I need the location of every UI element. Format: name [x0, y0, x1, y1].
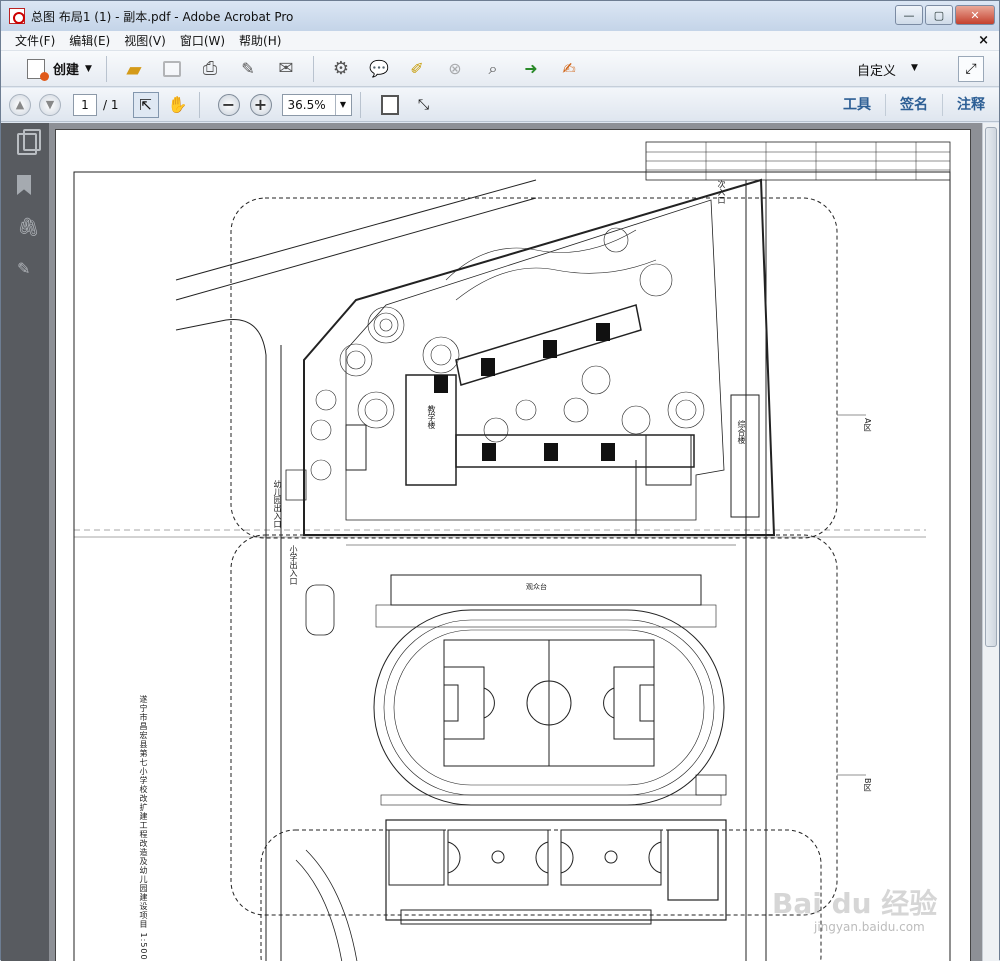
navigation-pane: 🖇 ✎ — [1, 123, 49, 961]
next-page-button[interactable]: ▼ — [39, 93, 61, 116]
pages-icon[interactable] — [17, 129, 41, 155]
comment-icon[interactable]: 💬 — [366, 56, 392, 82]
previous-page-button[interactable]: ▲ — [9, 93, 31, 116]
edit-icon[interactable]: ✎ — [235, 56, 261, 82]
toolbar-separator — [359, 91, 361, 118]
document-close-icon[interactable]: × — [978, 33, 989, 48]
sign-icon[interactable]: ✍ — [556, 56, 582, 82]
toolbar-separator — [198, 91, 200, 118]
menu-edit[interactable]: 编辑(E) — [62, 32, 117, 49]
building-label: 综合楼 — [737, 420, 746, 444]
zoom-in-button[interactable]: + — [249, 93, 272, 116]
area-a-label: A区 — [863, 418, 872, 432]
kindergarten-entrance-label: 幼儿园出入口 — [273, 480, 282, 528]
zoom-value: 36.5% — [287, 97, 326, 112]
select-tool-icon[interactable]: ⇱ — [132, 91, 159, 118]
side-entrance-label: 次入口 — [717, 180, 726, 204]
attachment-icon[interactable]: 🖇 — [17, 217, 40, 239]
bookmark-icon[interactable] — [17, 175, 31, 195]
navigation-toolbar: ▲ ▼ 1 / 1 ⇱ ✋ − + 36.5% ▼ ⤡ 工具 签名 注释 — [1, 88, 999, 122]
window-controls: — ▢ ✕ — [895, 5, 995, 25]
baidu-watermark: Bai du 经验 — [772, 887, 938, 920]
tab-sign[interactable]: 签名 — [885, 94, 942, 116]
chevron-down-icon: ▼ — [85, 63, 92, 74]
print-icon[interactable]: ⎙ — [197, 56, 223, 82]
zoom-select[interactable]: 36.5% ▼ — [281, 93, 352, 116]
page-total: / 1 — [103, 97, 119, 112]
window-title: 总图 布局1 (1) - 副本.pdf - Adobe Acrobat Pro — [31, 9, 294, 24]
highlight-icon[interactable]: ✐ — [404, 56, 430, 82]
fit-page-icon[interactable] — [377, 92, 403, 118]
document-area[interactable]: 遂宁市昌宏县第七小学校改扩建工程改造及幼儿园建设项目 1:500 幼儿园出入口 … — [49, 123, 999, 961]
signature-icon[interactable]: ✎ — [17, 259, 37, 281]
menu-view[interactable]: 视图(V) — [117, 32, 173, 49]
email-icon[interactable]: ✉ — [273, 56, 299, 82]
tab-comment[interactable]: 注释 — [942, 94, 999, 116]
vertical-scrollbar[interactable] — [982, 123, 999, 961]
area-b-label: B区 — [863, 778, 872, 792]
customize-label[interactable]: 自定义 — [857, 60, 896, 79]
baidu-watermark-url: jingyan.baidu.com — [814, 920, 925, 934]
drawing-title: 遂宁市昌宏县第七小学校改扩建工程改造及幼儿园建设项目 1:500 — [139, 695, 148, 961]
settings-icon[interactable]: ⚙ — [328, 56, 354, 82]
scrollbar-thumb[interactable] — [985, 127, 997, 647]
menu-help[interactable]: 帮助(H) — [232, 32, 288, 49]
export-icon[interactable]: ➜ — [518, 56, 544, 82]
toolbar-separator — [312, 55, 314, 82]
chevron-down-icon[interactable]: ▼ — [911, 63, 918, 73]
title-bar: 总图 布局1 (1) - 副本.pdf - Adobe Acrobat Pro … — [1, 1, 999, 31]
expand-icon[interactable]: ⤢ — [958, 56, 984, 82]
create-label: 创建 — [53, 63, 80, 78]
menu-file[interactable]: 文件(F) — [1, 32, 62, 49]
chevron-down-icon[interactable]: ▼ — [334, 94, 351, 115]
save-icon[interactable] — [159, 56, 185, 82]
menu-bar: 文件(F) 编辑(E) 视图(V) 窗口(W) 帮助(H) × — [1, 31, 999, 51]
create-button[interactable]: 创建 ▼ — [21, 55, 98, 83]
acrobat-window: 总图 布局1 (1) - 副本.pdf - Adobe Acrobat Pro … — [0, 0, 1000, 961]
task-pane-tabs: 工具 签名 注释 — [829, 88, 999, 122]
site-plan-drawing — [73, 141, 951, 961]
create-pdf-icon — [27, 58, 49, 81]
tab-tools[interactable]: 工具 — [829, 94, 885, 116]
page-number-input[interactable]: 1 — [73, 93, 97, 116]
close-button[interactable]: ✕ — [955, 5, 995, 25]
main-toolbar: 创建 ▼ ▰ ⎙ ✎ ✉ ⚙ 💬 ✐ ⊗ ⌕ ➜ ✍ 自定义 ▼ ⤢ — [1, 51, 999, 87]
acrobat-app-icon — [9, 8, 25, 24]
toolbar-separator — [105, 55, 107, 82]
menu-window[interactable]: 窗口(W) — [173, 32, 232, 49]
restore-button[interactable]: ▢ — [925, 5, 953, 25]
building-label: 教学楼 — [427, 405, 436, 429]
minimize-button[interactable]: — — [895, 5, 923, 25]
school-entrance-label: 小学出入口 — [289, 545, 298, 585]
open-folder-icon[interactable]: ▰ — [121, 56, 147, 82]
hand-tool-icon[interactable]: ✋ — [165, 92, 191, 118]
stand-label: 观众台 — [526, 583, 547, 591]
fit-width-icon[interactable]: ⤡ — [411, 92, 437, 118]
pdf-page: 遂宁市昌宏县第七小学校改扩建工程改造及幼儿园建设项目 1:500 幼儿园出入口 … — [55, 129, 971, 961]
zoom-out-button[interactable]: − — [217, 93, 240, 116]
delete-icon[interactable]: ⊗ — [442, 56, 468, 82]
search-icon[interactable]: ⌕ — [480, 56, 506, 82]
